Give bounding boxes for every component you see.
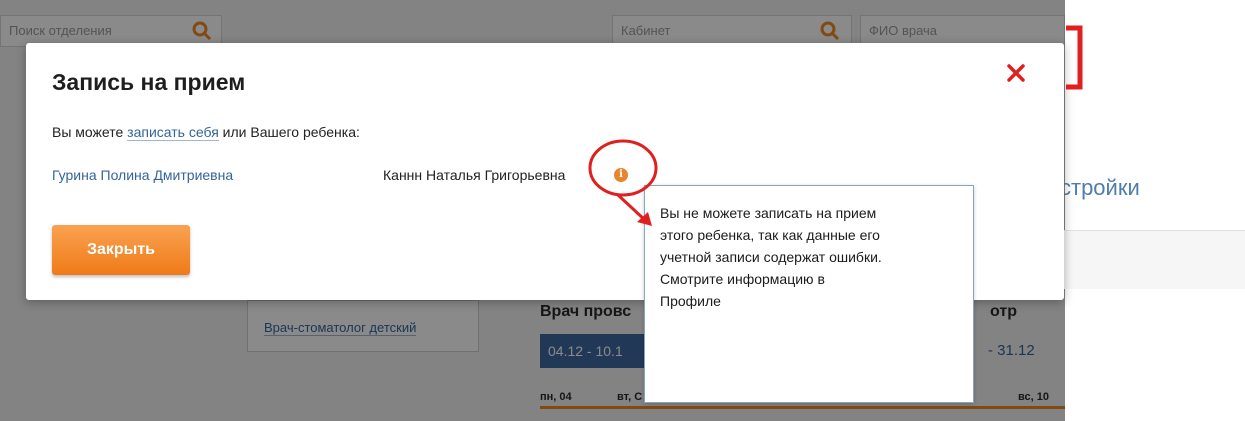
intro-prefix: Вы можете — [52, 124, 124, 140]
header-band — [1064, 231, 1245, 289]
close-button[interactable]: Закрыть — [52, 225, 190, 275]
info-icon[interactable]: i — [614, 168, 628, 182]
intro-text: Вы можете записать себя или Вашего ребен… — [52, 124, 360, 141]
child-name-disabled: Каннн Наталья Григорьевна — [383, 167, 566, 183]
book-self-link[interactable]: записать себя — [127, 124, 219, 141]
child-link[interactable]: Гурина Полина Дмитриевна — [52, 167, 233, 183]
intro-suffix: или Вашего ребенка: — [222, 124, 360, 140]
close-icon[interactable] — [1001, 56, 1031, 90]
error-tooltip: Вы не можете записать на прием этого реб… — [644, 185, 974, 403]
tooltip-line: этого ребенка, так как данные его — [660, 227, 880, 243]
tooltip-line: Вы не можете записать на прием — [660, 205, 877, 221]
modal-title: Запись на прием — [52, 69, 246, 95]
tooltip-line: учетной записи содержат ошибки. — [660, 249, 882, 265]
tooltip-line: Смотрите информацию в — [660, 271, 825, 287]
settings-link[interactable]: стройки — [1060, 175, 1140, 201]
tooltip-line: Профиле — [660, 293, 721, 309]
annotation-bracket — [1066, 25, 1083, 90]
